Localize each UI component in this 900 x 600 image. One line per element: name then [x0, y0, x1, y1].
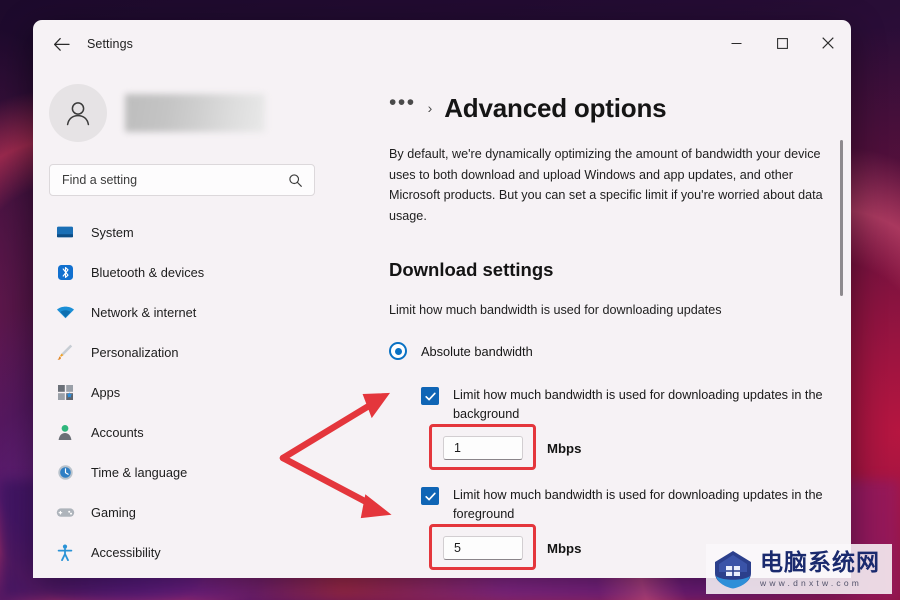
unit-label-background: Mbps [547, 440, 582, 456]
sidebar-item-label: Accounts [91, 424, 144, 440]
sidebar: Find a setting System Bluetooth & device… [33, 68, 353, 578]
window-title: Settings [87, 37, 133, 51]
back-button[interactable] [44, 29, 78, 59]
sidebar-item-label: System [91, 224, 134, 240]
sidebar-item-system[interactable]: System [45, 212, 341, 252]
person-icon [53, 422, 77, 442]
sidebar-nav: System Bluetooth & devices Network & int… [33, 212, 353, 572]
intro-paragraph: By default, we're dynamically optimizing… [389, 147, 823, 223]
clock-icon [53, 462, 77, 482]
sidebar-item-label: Accessibility [91, 544, 161, 560]
section-title-download-settings: Download settings [389, 259, 554, 280]
title-bar: Settings [33, 20, 851, 68]
paintbrush-icon [53, 342, 77, 362]
minimize-button[interactable] [713, 20, 759, 66]
sidebar-item-network-internet[interactable]: Network & internet [45, 292, 341, 332]
page-title: Advanced options [444, 92, 667, 123]
sidebar-item-gaming[interactable]: Gaming [45, 492, 341, 532]
scrollbar-thumb[interactable] [840, 140, 843, 296]
settings-window: Settings Find a setting System Bluetooth… [33, 20, 851, 578]
avatar [49, 84, 107, 142]
breadcrumb: ••• › Advanced options [389, 88, 851, 128]
apps-grid-icon [53, 382, 77, 402]
radio-label: Absolute bandwidth [421, 343, 533, 359]
section-subtitle: Limit how much bandwidth is used for dow… [389, 303, 722, 317]
checkbox-label: Limit how much bandwidth is used for dow… [453, 388, 823, 421]
gamepad-icon [53, 502, 77, 522]
sidebar-item-label: Network & internet [91, 304, 197, 320]
close-icon [822, 37, 834, 49]
chevron-right-icon: › [427, 100, 433, 116]
close-button[interactable] [805, 20, 851, 66]
window-controls [713, 20, 851, 66]
checkbox-row-foreground[interactable]: Limit how much bandwidth is used for dow… [421, 486, 851, 524]
radio-button-icon [389, 342, 407, 360]
checkbox-checked-icon[interactable] [421, 387, 439, 405]
accessibility-person-icon [53, 542, 77, 562]
checkbox-label: Limit how much bandwidth is used for dow… [453, 488, 823, 521]
breadcrumb-overflow-button[interactable]: ••• [389, 92, 416, 118]
maximize-icon [776, 37, 788, 49]
field-row-background: 1 Mbps [429, 424, 851, 470]
sidebar-item-label: Gaming [91, 504, 136, 520]
sidebar-item-label: Personalization [91, 344, 179, 360]
watermark-chinese-text: 电脑系统网 [760, 549, 880, 576]
maximize-button[interactable] [759, 20, 805, 66]
content-scrollbar[interactable] [837, 68, 845, 578]
sidebar-item-time-language[interactable]: Time & language [45, 452, 341, 492]
back-arrow-icon [53, 37, 70, 51]
account-block[interactable] [49, 84, 353, 142]
checkbox-row-background[interactable]: Limit how much bandwidth is used for dow… [421, 386, 851, 424]
person-avatar-icon [66, 102, 90, 126]
watermark-url: www.dnxtw.com [760, 577, 863, 588]
bandwidth-foreground-input[interactable]: 5 [443, 536, 523, 560]
minimize-icon [731, 42, 741, 44]
wifi-icon [53, 302, 77, 322]
watermark: 电脑系统网 www.dnxtw.com [706, 544, 892, 594]
bandwidth-background-input[interactable]: 1 [443, 436, 523, 460]
sidebar-item-label: Bluetooth & devices [91, 264, 205, 280]
house-shield-logo-icon [715, 551, 751, 589]
bluetooth-icon [53, 262, 77, 282]
sidebar-item-accessibility[interactable]: Accessibility [45, 532, 341, 572]
checkbox-checked-icon[interactable] [421, 487, 439, 505]
account-name-redacted [125, 94, 265, 132]
sidebar-item-accounts[interactable]: Accounts [45, 412, 341, 452]
sidebar-item-label: Apps [91, 384, 121, 400]
sidebar-item-bluetooth-devices[interactable]: Bluetooth & devices [45, 252, 341, 292]
main-content: ••• › Advanced options By default, we're… [353, 68, 851, 578]
sidebar-item-apps[interactable]: Apps [45, 372, 341, 412]
unit-label-foreground: Mbps [547, 540, 582, 556]
sidebar-item-label: Time & language [91, 464, 188, 480]
radio-absolute-bandwidth[interactable]: Absolute bandwidth [389, 342, 851, 360]
search-icon [288, 173, 303, 193]
monitor-icon [53, 222, 77, 242]
sidebar-item-personalization[interactable]: Personalization [45, 332, 341, 372]
search-box[interactable]: Find a setting [49, 164, 315, 196]
search-input[interactable]: Find a setting [62, 173, 137, 187]
